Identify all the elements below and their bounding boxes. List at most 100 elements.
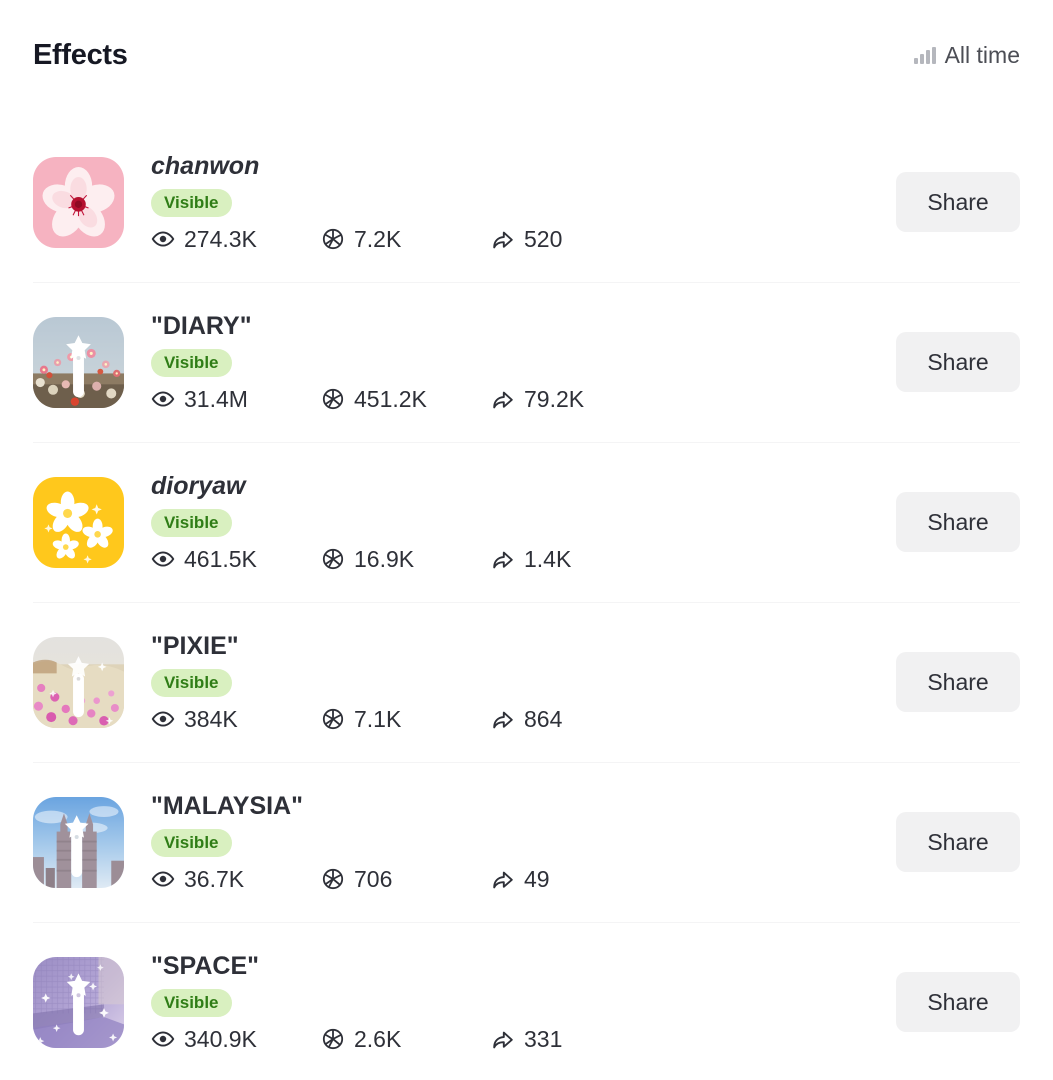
effect-info: "MALAYSIA" Visible 36.7K 706 49 [151, 792, 896, 892]
effect-thumbnail[interactable] [33, 316, 124, 408]
eye-icon [151, 1027, 175, 1051]
shares-count: 49 [524, 865, 550, 892]
stat-shares: 1.4K [491, 547, 661, 571]
share-arrow-icon [491, 1027, 515, 1051]
aperture-icon [321, 1027, 345, 1051]
views-count: 461.5K [184, 545, 257, 572]
stat-views: 31.4M [151, 387, 321, 411]
effect-row[interactable]: "SPACE" Visible 340.9K 2.6K 331 Share [0, 922, 1053, 1080]
effect-stats: 340.9K 2.6K 331 [151, 1026, 896, 1052]
effect-stats: 36.7K 706 49 [151, 866, 896, 892]
views-count: 274.3K [184, 225, 257, 252]
views-count: 31.4M [184, 385, 248, 412]
stat-captures: 451.2K [321, 387, 491, 411]
share-arrow-icon [491, 547, 515, 571]
effect-info: "SPACE" Visible 340.9K 2.6K 331 [151, 952, 896, 1052]
share-button[interactable]: Share [896, 652, 1020, 712]
share-button[interactable]: Share [896, 972, 1020, 1032]
aperture-icon [321, 867, 345, 891]
eye-icon [151, 707, 175, 731]
status-badge: Visible [151, 988, 232, 1017]
effect-stats: 384K 7.1K 864 [151, 706, 896, 732]
effect-name: "DIARY" [151, 312, 252, 340]
stat-shares: 864 [491, 707, 661, 731]
effect-name: "PIXIE" [151, 632, 239, 660]
time-range-selector[interactable]: All time [914, 42, 1020, 69]
share-button[interactable]: Share [896, 332, 1020, 392]
shares-count: 1.4K [524, 545, 572, 572]
time-range-label: All time [944, 41, 1020, 68]
effect-thumbnail[interactable] [33, 796, 124, 888]
effects-page: Effects All time chanwon Visible 274.3K … [0, 0, 1053, 1080]
effect-stats: 461.5K 16.9K 1.4K [151, 546, 896, 572]
status-line: Visible [151, 668, 896, 697]
stat-captures: 7.2K [321, 227, 491, 251]
shares-count: 864 [524, 705, 563, 732]
stat-shares: 331 [491, 1027, 661, 1051]
status-line: Visible [151, 508, 896, 537]
effect-row[interactable]: "MALAYSIA" Visible 36.7K 706 49 Share [0, 762, 1053, 922]
stat-shares: 49 [491, 867, 661, 891]
stat-shares: 79.2K [491, 387, 661, 411]
effect-info: "PIXIE" Visible 384K 7.1K 864 [151, 632, 896, 732]
shares-count: 79.2K [524, 385, 585, 412]
effect-thumbnail[interactable] [33, 956, 124, 1048]
stat-shares: 520 [491, 227, 661, 251]
captures-count: 2.6K [354, 1025, 402, 1052]
captures-count: 16.9K [354, 545, 415, 572]
effect-row[interactable]: "PIXIE" Visible 384K 7.1K 864 Share [0, 602, 1053, 762]
status-badge: Visible [151, 188, 232, 217]
stat-views: 36.7K [151, 867, 321, 891]
aperture-icon [321, 387, 345, 411]
captures-count: 7.2K [354, 225, 402, 252]
effect-name: chanwon [151, 152, 260, 180]
effect-info: dioryaw Visible 461.5K 16.9K 1.4K [151, 472, 896, 572]
status-line: Visible [151, 348, 896, 377]
stat-captures: 2.6K [321, 1027, 491, 1051]
effects-list: chanwon Visible 274.3K 7.2K 520 Share "D… [0, 122, 1053, 1080]
effect-name: dioryaw [151, 472, 246, 500]
bar-chart-icon [914, 46, 936, 64]
stat-views: 384K [151, 707, 321, 731]
effect-thumbnail[interactable] [33, 156, 124, 248]
eye-icon [151, 227, 175, 251]
aperture-icon [321, 547, 345, 571]
captures-count: 7.1K [354, 705, 402, 732]
shares-count: 331 [524, 1025, 563, 1052]
effect-row[interactable]: "DIARY" Visible 31.4M 451.2K 79.2K Share [0, 282, 1053, 442]
status-line: Visible [151, 988, 896, 1017]
status-badge: Visible [151, 668, 232, 697]
status-line: Visible [151, 828, 896, 857]
share-arrow-icon [491, 227, 515, 251]
share-arrow-icon [491, 707, 515, 731]
eye-icon [151, 547, 175, 571]
aperture-icon [321, 707, 345, 731]
effect-stats: 31.4M 451.2K 79.2K [151, 386, 896, 412]
aperture-icon [321, 227, 345, 251]
share-button[interactable]: Share [896, 172, 1020, 232]
page-header: Effects All time [0, 30, 1053, 80]
status-badge: Visible [151, 348, 232, 377]
stat-views: 461.5K [151, 547, 321, 571]
status-badge: Visible [151, 508, 232, 537]
views-count: 340.9K [184, 1025, 257, 1052]
status-line: Visible [151, 188, 896, 217]
captures-count: 706 [354, 865, 393, 892]
share-button[interactable]: Share [896, 812, 1020, 872]
effect-thumbnail[interactable] [33, 636, 124, 728]
effect-row[interactable]: dioryaw Visible 461.5K 16.9K 1.4K Share [0, 442, 1053, 602]
effect-thumbnail[interactable] [33, 476, 124, 568]
effect-name: "MALAYSIA" [151, 792, 303, 820]
stat-captures: 7.1K [321, 707, 491, 731]
share-button[interactable]: Share [896, 492, 1020, 552]
effect-name: "SPACE" [151, 952, 259, 980]
views-count: 36.7K [184, 865, 245, 892]
stat-captures: 16.9K [321, 547, 491, 571]
status-badge: Visible [151, 828, 232, 857]
effect-row[interactable]: chanwon Visible 274.3K 7.2K 520 Share [0, 122, 1053, 282]
stat-views: 274.3K [151, 227, 321, 251]
effect-info: "DIARY" Visible 31.4M 451.2K 79.2K [151, 312, 896, 412]
share-arrow-icon [491, 387, 515, 411]
page-title: Effects [33, 38, 128, 71]
eye-icon [151, 387, 175, 411]
